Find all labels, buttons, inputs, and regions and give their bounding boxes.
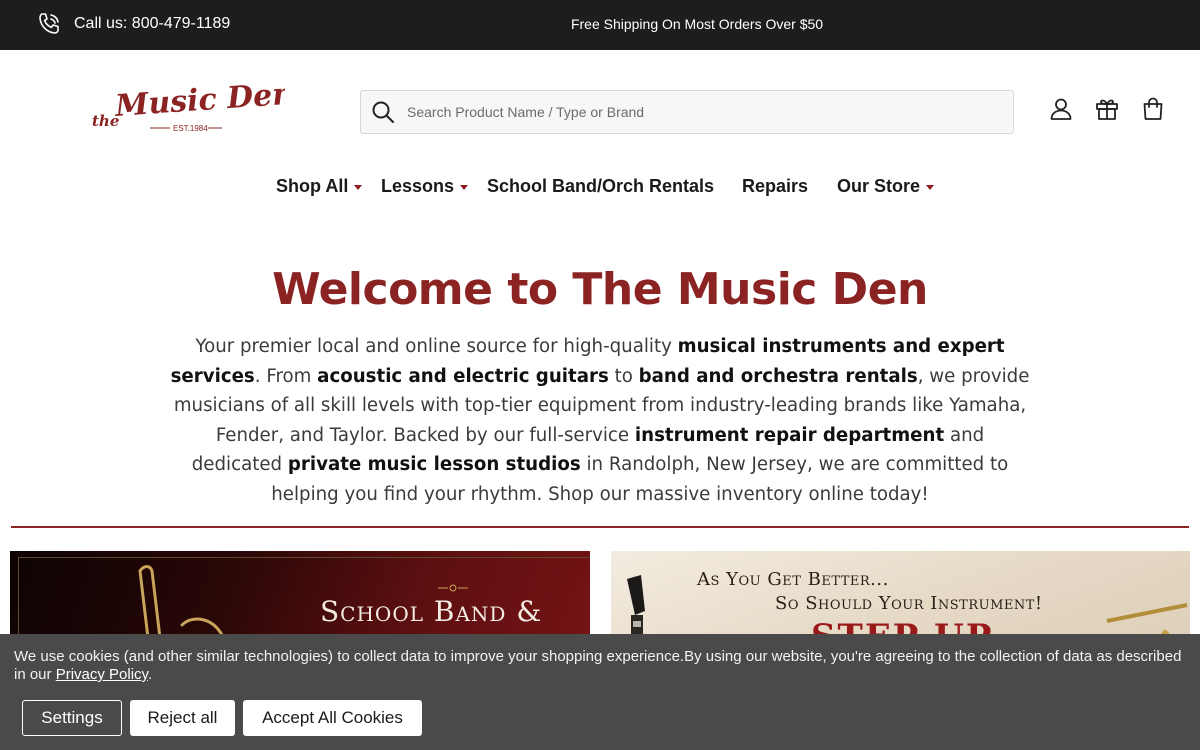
chevron-down-icon (354, 185, 363, 190)
intro-text: Your premier local and online source for… (195, 336, 678, 357)
nav-label: Repairs (742, 176, 809, 196)
accept-all-cookies-button[interactable]: Accept All Cookies (243, 700, 422, 736)
nav-label: Lessons (381, 176, 455, 196)
intro-text: to (608, 365, 639, 387)
cart-icon[interactable] (1140, 96, 1166, 122)
privacy-policy-link[interactable]: Privacy Policy (56, 666, 148, 683)
cookie-settings-button[interactable]: Settings (22, 700, 122, 736)
intro-highlight: acoustic and electric guitars (317, 365, 609, 387)
main-nav: Shop All Lessons School Band/Orch Rental… (0, 176, 1200, 200)
nav-lessons[interactable]: Lessons (381, 176, 469, 197)
reject-all-button[interactable]: Reject all (130, 700, 235, 736)
top-bar: Call us: 800-479-1189 Free Shipping On M… (0, 0, 1200, 50)
nav-school-rentals[interactable]: School Band/Orch Rentals (487, 176, 714, 197)
page-title: Welcome to The Music Den (272, 264, 928, 315)
nav-shop-all[interactable]: Shop All (276, 176, 363, 197)
banner-line-1: As You Get Better... (697, 569, 889, 590)
gift-icon[interactable] (1094, 96, 1120, 122)
chevron-down-icon (460, 185, 469, 190)
logo-est: EST.1984 (173, 124, 208, 133)
ornament-icon (438, 584, 468, 592)
intro-text: . From (254, 365, 318, 387)
cookie-message: We use cookies (and other similar techno… (14, 648, 1182, 683)
intro-highlight: instrument repair department (634, 424, 945, 446)
banner-line-2: So Should Your Instrument! (775, 593, 1043, 614)
nav-our-store[interactable]: Our Store (837, 176, 935, 197)
nav-label: Shop All (276, 176, 349, 196)
logo-name: Music Den (113, 84, 285, 124)
site-logo[interactable]: the Music Den EST.1984 (90, 77, 295, 136)
intro-highlight: band and orchestra rentals (638, 365, 918, 387)
search-bar (360, 90, 1014, 134)
chevron-down-icon (926, 185, 935, 190)
intro-paragraph: Your premier local and online source for… (170, 332, 1030, 509)
banner-title: School Band & (320, 595, 543, 628)
account-icon[interactable] (1048, 96, 1074, 122)
intro-highlight: private music lesson studios (287, 454, 581, 475)
free-shipping-promo: Free Shipping On Most Orders Over $50 (0, 16, 1200, 32)
cookie-message-end: . (147, 666, 153, 683)
section-divider (11, 526, 1189, 528)
nav-label: Our Store (837, 176, 921, 196)
search-icon[interactable] (371, 100, 395, 124)
search-input[interactable] (407, 104, 987, 120)
cookie-text: We use cookies (and other similar techno… (14, 648, 1184, 684)
cookie-consent-banner: We use cookies (and other similar techno… (0, 634, 1200, 750)
nav-repairs[interactable]: Repairs (742, 176, 808, 197)
promo-text: Free Shipping On Most Orders Over $50 (570, 16, 824, 32)
nav-label: School Band/Orch Rentals (487, 176, 715, 196)
